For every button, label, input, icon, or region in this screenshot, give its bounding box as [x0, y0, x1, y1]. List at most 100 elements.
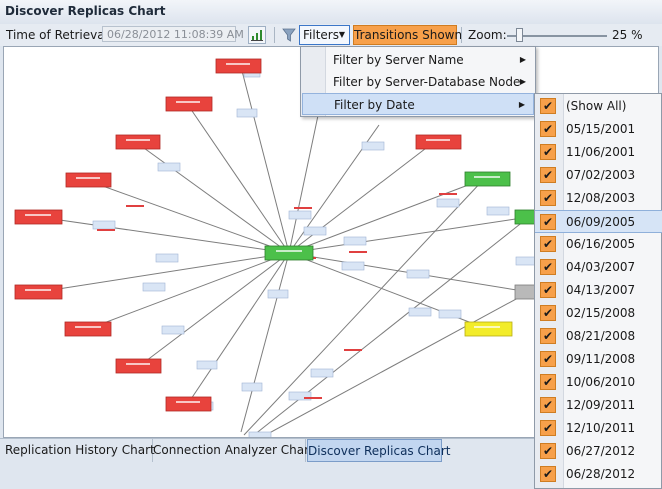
- tab-connection-analyzer-chart[interactable]: Connection Analyzer Chart: [153, 439, 314, 462]
- menu-item-filter-by-server-name[interactable]: Filter by Server Name ▶: [302, 49, 534, 71]
- date-filter-item[interactable]: ✔ 08/21/2008: [535, 325, 662, 348]
- graph-edge: [87, 252, 290, 330]
- date-filter-item[interactable]: ✔ 11/06/2001: [535, 141, 662, 164]
- tab-replication-history-chart[interactable]: Replication History Chart: [5, 439, 155, 462]
- date-filter-item[interactable]: ✔ 06/27/2012: [535, 440, 662, 463]
- server-node: [115, 358, 162, 374]
- date-filter-item[interactable]: ✔ 06/09/2005: [535, 210, 662, 233]
- menu-item-label: Filter by Date: [334, 98, 415, 112]
- node-label-mark: [25, 289, 51, 291]
- server-node: [64, 321, 112, 337]
- toolbar-separator: [461, 27, 462, 43]
- date-filter-label: 06/16/2005: [566, 237, 636, 251]
- node-label-mark: [75, 326, 101, 328]
- checkbox-checked-icon[interactable]: ✔: [540, 328, 556, 344]
- checkbox-checked-icon[interactable]: ✔: [540, 98, 556, 114]
- date-filter-item[interactable]: ✔ 05/15/2001: [535, 118, 662, 141]
- date-filter-label: 06/27/2012: [566, 444, 636, 458]
- date-filter-item[interactable]: ✔ 09/11/2008: [535, 348, 662, 371]
- date-filter-label: 04/13/2007: [566, 283, 636, 297]
- date-filter-item[interactable]: ✔ 04/13/2007: [535, 279, 662, 302]
- date-filter-item[interactable]: ✔ 06/28/2012: [535, 463, 662, 486]
- checkbox-checked-icon[interactable]: ✔: [540, 144, 556, 160]
- checkbox-checked-icon[interactable]: ✔: [540, 190, 556, 206]
- transitions-shown-toggle[interactable]: Transitions Shown: [353, 25, 462, 45]
- edge-label: [361, 141, 385, 151]
- edge-label: [438, 309, 462, 319]
- node-label-mark: [25, 214, 51, 216]
- bar-chart-button[interactable]: [248, 26, 266, 44]
- checkbox-checked-icon[interactable]: ✔: [540, 374, 556, 390]
- menu-item-label: Filter by Server-Database Node: [333, 75, 521, 89]
- date-filter-item[interactable]: ✔ 12/09/2011: [535, 394, 662, 417]
- graph-edge: [240, 252, 290, 433]
- edge-label: [92, 220, 116, 230]
- checkbox-checked-icon[interactable]: ✔: [540, 397, 556, 413]
- edge-label-text-mark: [349, 251, 367, 253]
- date-filter-item[interactable]: ✔ 12/08/2003: [535, 187, 662, 210]
- server-node: [215, 58, 262, 74]
- date-filter-item[interactable]: ✔ 12/10/2011: [535, 417, 662, 440]
- graph-edge: [261, 291, 530, 437]
- date-filter-label: 08/21/2008: [566, 329, 636, 343]
- checkbox-checked-icon[interactable]: ✔: [540, 259, 556, 275]
- node-label-mark: [126, 363, 150, 365]
- edge-label-text-mark: [304, 397, 322, 399]
- graph-edge: [288, 178, 485, 254]
- checkbox-checked-icon[interactable]: ✔: [540, 236, 556, 252]
- server-node: [165, 396, 212, 412]
- date-filter-label: 06/09/2005: [566, 215, 636, 229]
- date-filter-item[interactable]: ✔ 07/02/2003: [535, 164, 662, 187]
- tab-discover-replicas-chart[interactable]: Discover Replicas Chart: [307, 439, 450, 462]
- date-filter-label: 06/28/2012: [566, 467, 636, 481]
- edge-label-text-mark: [439, 193, 457, 195]
- checkbox-checked-icon[interactable]: ✔: [540, 305, 556, 321]
- checkbox-checked-icon[interactable]: ✔: [540, 121, 556, 137]
- checkbox-checked-icon[interactable]: ✔: [540, 167, 556, 183]
- filters-dropdown-button[interactable]: Filters ▼: [299, 25, 350, 45]
- server-node: [514, 209, 536, 225]
- edge-label: [267, 289, 289, 299]
- zoom-slider-thumb[interactable]: [516, 28, 523, 42]
- zoom-label: Zoom:: [468, 28, 507, 42]
- graph-edge: [288, 252, 491, 331]
- date-filter-label: 12/10/2011: [566, 421, 636, 435]
- server-node: [14, 209, 63, 225]
- node-label-mark: [176, 101, 200, 103]
- checkbox-checked-icon[interactable]: ✔: [540, 282, 556, 298]
- graph-edge: [288, 141, 435, 254]
- graph-edge: [38, 216, 290, 254]
- edge-label-text-mark: [97, 229, 115, 231]
- date-filter-label: 04/03/2007: [566, 260, 636, 274]
- chevron-right-icon: ▶: [518, 100, 525, 109]
- edge-label: [486, 206, 510, 216]
- server-node: [514, 284, 536, 300]
- checkbox-checked-icon[interactable]: ✔: [540, 420, 556, 436]
- date-filter-label: 12/09/2011: [566, 398, 636, 412]
- date-filter-item[interactable]: ✔ 10/06/2010: [535, 371, 662, 394]
- menu-item-filter-by-date[interactable]: Filter by Date ▶: [302, 93, 534, 115]
- date-filter-label: 02/15/2008: [566, 306, 636, 320]
- edge-label-text-mark: [344, 349, 362, 351]
- checkbox-checked-icon[interactable]: ✔: [540, 351, 556, 367]
- checkbox-checked-icon[interactable]: ✔: [540, 466, 556, 482]
- menu-item-filter-by-server-database-node[interactable]: Filter by Server-Database Node ▶: [302, 71, 534, 93]
- date-filter-item[interactable]: ✔ (Show All): [535, 95, 662, 118]
- edge-label: [155, 253, 179, 263]
- chevron-down-icon: ▼: [338, 30, 345, 39]
- date-filter-label: 07/02/2003: [566, 168, 636, 182]
- node-label-mark: [426, 139, 450, 141]
- edge-label: [161, 325, 185, 335]
- edge-label: [142, 282, 166, 292]
- node-label-mark: [226, 63, 250, 65]
- checkbox-checked-icon[interactable]: ✔: [540, 443, 556, 459]
- date-filter-item[interactable]: ✔ 02/15/2008: [535, 302, 662, 325]
- date-filter-item[interactable]: ✔ 04/03/2007: [535, 256, 662, 279]
- checkbox-checked-icon[interactable]: ✔: [540, 214, 556, 230]
- chevron-right-icon: ▶: [519, 77, 526, 86]
- date-filter-label: 11/06/2001: [566, 145, 636, 159]
- node-label-mark: [176, 401, 200, 403]
- date-filter-item[interactable]: ✔ 06/16/2005: [535, 233, 662, 256]
- filters-label: Filters: [303, 28, 339, 42]
- filters-menu: Filter by Server Name ▶ Filter by Server…: [300, 46, 536, 117]
